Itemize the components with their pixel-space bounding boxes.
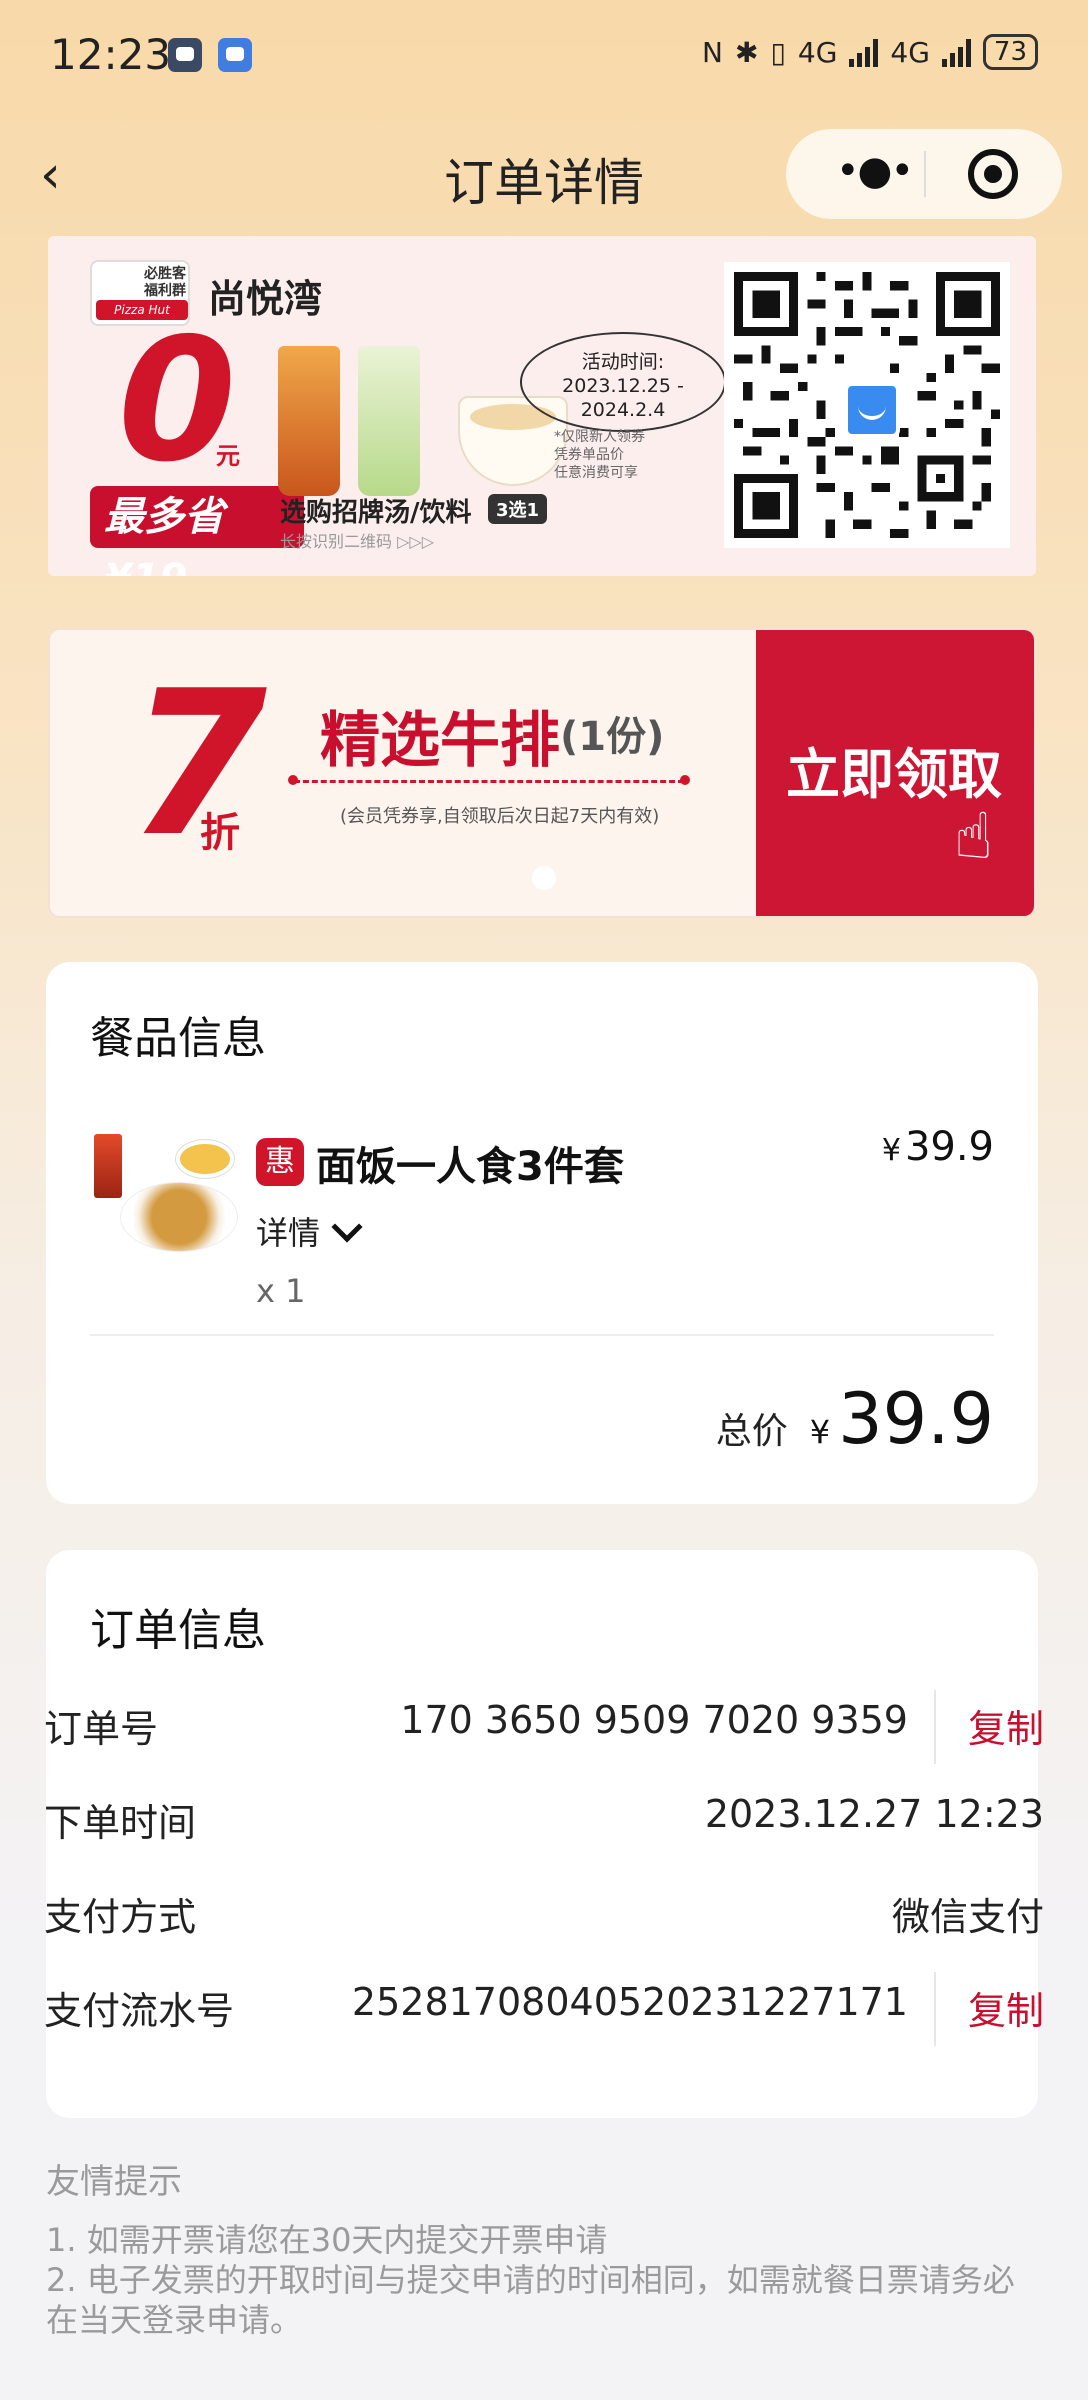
tip-line-2: 2. 电子发票的开取时间与提交申请的时间相同，如需就餐日票请务必在当天登录申请。 [46, 2261, 1015, 2339]
food-image [90, 1134, 240, 1264]
promo-unit: 元 [216, 442, 240, 470]
coupon-title: 精选牛排 [320, 706, 560, 776]
discount-number: 7 [128, 648, 268, 881]
vertical-divider [934, 1690, 936, 1764]
pay-serial-value: 25281708040520231227171 [351, 1980, 908, 2024]
food-item-name: 面饭一人食3件套 [316, 1144, 624, 1190]
order-time-label: 下单时间 [44, 1801, 197, 1845]
mini-program-capsule: •●• [786, 129, 1062, 219]
coupon-divider [288, 775, 690, 785]
vibrate-icon: ▯ [770, 35, 786, 69]
network-label-2: 4G [890, 35, 930, 69]
order-time-row: 下单时间 2023.12.27 12:23 [44, 1784, 1044, 1845]
coupon-banner[interactable]: 7 折 精选牛排 (1份) (会员凭券享,自领取后次日起7天内有效) 立即领取 … [48, 628, 1036, 918]
iced-tea-image [278, 346, 340, 496]
battery-icon: 73 [982, 34, 1038, 70]
pay-method-value: 微信支付 [891, 1895, 1044, 1939]
total-amount: 39.9 [838, 1378, 994, 1460]
carousel-dot [532, 866, 556, 890]
order-card-title: 订单信息 [90, 1605, 266, 1656]
save-badge: 最多省 ¥19 [90, 486, 304, 576]
coupon-qty: (1份) [560, 714, 665, 760]
tips-title: 友情提示 [46, 2162, 182, 2202]
activity-date: 活动时间: 2023.12.25 - 2024.2.4 [520, 332, 726, 432]
qr-hint: 长按识别二维码 ▷▷▷ [280, 532, 435, 551]
pointer-hand-icon: ☝ [954, 800, 993, 874]
qr-code[interactable] [724, 262, 1010, 548]
detail-label: 详情 [256, 1214, 321, 1252]
tip-line-1: 1. 如需开票请您在30天内提交开票申请 [46, 2221, 608, 2259]
signal-icon [849, 37, 879, 67]
logo-text: 必胜客福利群 [144, 266, 186, 299]
vertical-divider [934, 1972, 936, 2046]
fries-image [176, 1140, 234, 1178]
price-currency: ¥ [881, 1133, 901, 1168]
lemon-drink-image [358, 346, 420, 496]
pay-method-label: 支付方式 [44, 1895, 197, 1939]
nav-bar: ‹ 订单详情 •●• [0, 125, 1088, 225]
friendly-tips: 友情提示 1. 如需开票请您在30天内提交开票申请 2. 电子发票的开取时间与提… [46, 2162, 1042, 2340]
food-card-title: 餐品信息 [90, 1013, 266, 1064]
detail-toggle[interactable]: 详情 [256, 1208, 363, 1254]
message-app-icon [168, 38, 202, 72]
order-number-label: 订单号 [44, 1707, 159, 1751]
capsule-divider [924, 151, 926, 197]
order-time-value: 2023.12.27 12:23 [704, 1792, 1044, 1836]
choose-tag: 3选1 [488, 494, 548, 524]
food-item-price: ¥39.9 [882, 1124, 994, 1170]
status-bar: 12:23 N ✱ ▯ 4G 4G 73 [0, 0, 1088, 110]
chat-logo-icon [844, 382, 900, 438]
promo-note: *仅限新人领券 凭券单品价 任意消费可享 [554, 428, 645, 482]
total-price: 总价 ¥ 39.9 [716, 1378, 994, 1460]
food-item-qty: x 1 [256, 1272, 306, 1310]
pay-serial-row: 支付流水号 25281708040520231227171 复制 [44, 1972, 1044, 2046]
signal-icon [941, 37, 971, 67]
divider [90, 1334, 994, 1336]
claim-button[interactable]: 立即领取 ☝ [756, 630, 1034, 916]
discount-unit: 折 [200, 810, 240, 856]
total-currency: ¥ [809, 1413, 831, 1451]
total-label: 总价 [715, 1411, 788, 1452]
order-number-value: 170 3650 9509 7020 9359 [400, 1698, 908, 1742]
choose-text: 选购招牌汤/饮料 [280, 498, 472, 528]
drink-cup-image [94, 1134, 122, 1198]
notification-app-icon [218, 38, 252, 72]
promo-note-1: *仅限新人领券 [554, 429, 645, 445]
bluetooth-icon: ✱ [734, 35, 759, 69]
target-icon[interactable] [968, 149, 1018, 199]
promo-banner[interactable]: 必胜客福利群 Pizza Hut 尚悦湾 0 元 最多省 ¥19 活动时间: 2… [48, 236, 1036, 576]
activity-date-range-2: 2024.2.4 [580, 399, 666, 421]
activity-date-range-1: 2023.12.25 - [562, 375, 684, 397]
nfc-icon: N [702, 35, 723, 69]
food-info-card: 餐品信息 惠 面饭一人食3件套 ¥39.9 详情 x 1 总价 ¥ 39.9 [46, 962, 1038, 1504]
chevron-down-icon [331, 1211, 363, 1243]
copy-pay-serial-button[interactable]: 复制 [968, 1980, 1044, 2035]
discount-badge: 惠 [256, 1138, 304, 1186]
more-dots-icon[interactable]: •●• [824, 149, 924, 199]
price-value: 39.9 [904, 1124, 994, 1170]
rice-plate-image [120, 1182, 238, 1252]
copy-order-number-button[interactable]: 复制 [968, 1698, 1044, 1753]
pay-serial-label: 支付流水号 [44, 1989, 235, 2033]
network-label-1: 4G [797, 35, 838, 69]
claim-button-label: 立即领取 [786, 743, 1002, 806]
status-time: 12:23 [50, 30, 172, 79]
status-indicators: N ✱ ▯ 4G 4G 73 [702, 34, 1038, 70]
promo-note-3: 任意消费可享 [554, 465, 638, 481]
activity-date-title: 活动时间: [581, 351, 665, 373]
promo-note-2: 凭券单品价 [554, 447, 624, 463]
coupon-note: (会员凭券享,自领取后次日起7天内有效) [340, 806, 660, 827]
order-number-row: 订单号 170 3650 9509 7020 9359 复制 [44, 1690, 1044, 1764]
pay-method-row: 支付方式 微信支付 [44, 1878, 1044, 1939]
